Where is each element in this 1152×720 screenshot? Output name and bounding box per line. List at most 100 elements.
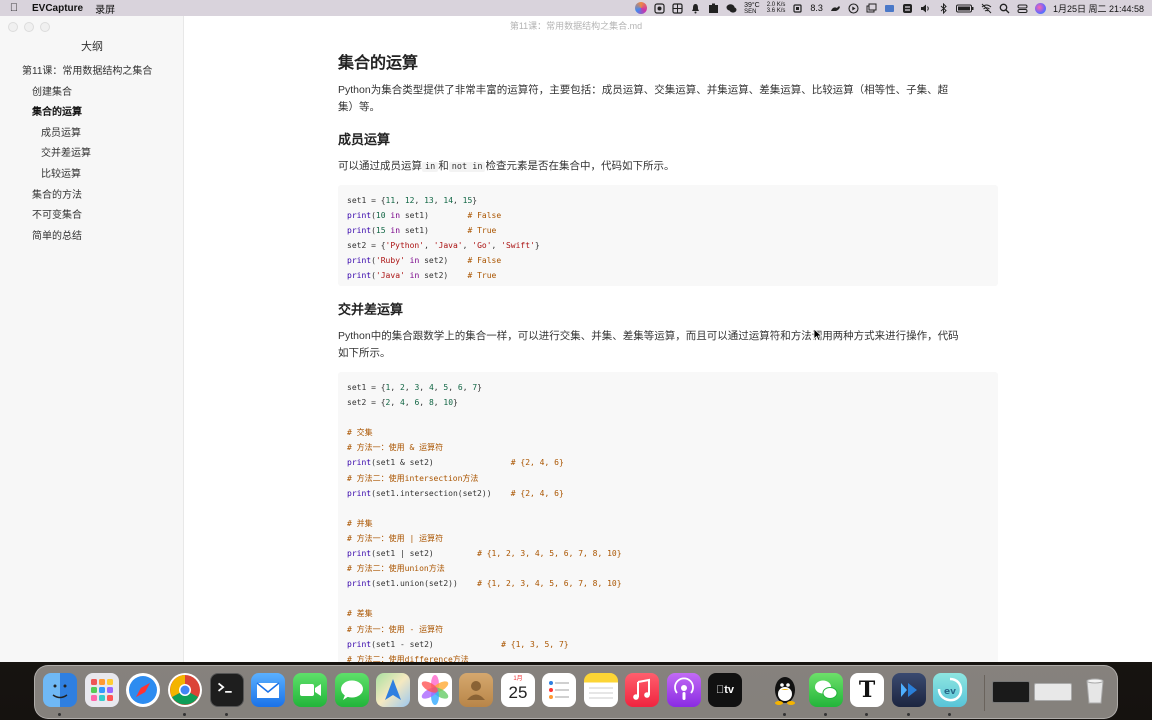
podcasts-icon[interactable] (667, 673, 701, 707)
mouse-pointer-icon (813, 328, 823, 342)
clock-datetime[interactable]: 1月25日 周二 21:44:58 (1053, 2, 1144, 15)
running-indicator (783, 713, 786, 716)
control-center-icon[interactable] (1017, 3, 1028, 14)
minimized-window-thumbnail[interactable] (992, 681, 1030, 703)
wifi-off-icon[interactable] (981, 3, 992, 14)
music-icon[interactable] (625, 673, 659, 707)
facetime-icon[interactable] (293, 673, 327, 707)
running-indicator (225, 713, 228, 716)
set-ops-code-line: print(set1 | set2) # {1, 2, 3, 4, 5, 6, … (347, 549, 622, 559)
contacts-icon[interactable] (459, 673, 493, 707)
set-ops-code-line: print(set1.union(set2)) # {1, 2, 3, 4, 5… (347, 579, 622, 589)
running-indicator (824, 713, 827, 716)
set-ops-code-block[interactable]: set1 = {1, 2, 3, 4, 5, 6, 7} set2 = {2, 4… (338, 372, 998, 662)
outline-item-frozenset[interactable]: 不可变集合 (0, 206, 184, 227)
battery-icon[interactable] (955, 3, 974, 14)
bluetooth-icon[interactable] (938, 2, 949, 14)
outline-item-create-set[interactable]: 创建集合 (0, 83, 184, 104)
menu-bar:  EVCapture 录屏 39°CSEN 2.0 K/s 3.6 K/s (0, 0, 1152, 16)
apple-menu-icon[interactable]:  (8, 2, 20, 14)
inline-code-not-in: not in (448, 162, 486, 172)
safari-icon[interactable] (126, 673, 160, 707)
set-ops-line-1: Python中的集合跟数学上的集合一样，可以进行交集、并集、差集等运算，而且可以… (338, 330, 959, 342)
siri-icon[interactable] (1034, 2, 1046, 14)
puzzle-icon[interactable] (708, 3, 719, 14)
running-indicator (948, 713, 951, 716)
set-ops-paragraph: Python中的集合跟数学上的集合一样，可以进行交集、并集、差集等运算，而且可以… (338, 328, 990, 362)
membership-code-line: set2 = {'Python', 'Java', 'Go', 'Swift'} (347, 241, 540, 251)
calendar-day: 25 (508, 683, 528, 702)
calendar-icon[interactable]: 1月 25 (501, 673, 535, 707)
downloads-folder-icon[interactable] (1034, 683, 1072, 701)
messages-icon[interactable] (335, 673, 369, 707)
volume-icon[interactable] (920, 3, 931, 14)
outline-sidebar: 大纲 第11课：常用数据结构之集合 创建集合 集合的运算 成员运算 交并差运算 … (0, 16, 184, 662)
wechat-menu-icon[interactable] (726, 3, 737, 14)
membership-code-line: print(10 in set1) # False (347, 211, 502, 221)
stage-manager-icon[interactable] (902, 3, 913, 14)
qq-icon[interactable] (768, 673, 802, 707)
intro-line-1: Python为集合类型提供了非常丰富的运算符，主要包括：成员运算、交集运算、并集… (338, 84, 949, 96)
editor-window: 大纲 第11课：常用数据结构之集合 创建集合 集合的运算 成员运算 交并差运算 … (0, 16, 1152, 662)
grid-app-icon[interactable] (672, 2, 683, 14)
running-indicator (907, 713, 910, 716)
outline-title: 大纲 (81, 41, 103, 53)
section-heading: 集合的运算 (338, 55, 419, 72)
membership-text-a: 可以通过成员运算 (338, 160, 422, 172)
set-ops-code-line: set1 = {1, 2, 3, 4, 5, 6, 7} (347, 383, 482, 392)
set-ops-line-2: 如下所示。 (338, 347, 391, 359)
network-speed-readout[interactable]: 2.0 K/s 3.6 K/s (767, 2, 786, 14)
svg-text:ev: ev (944, 687, 956, 697)
membership-code-block[interactable]: set1 = {11, 12, 13, 14, 15} print(10 in s… (338, 185, 998, 286)
evcapture-icon[interactable] (892, 673, 926, 707)
inline-code-in: in (422, 162, 439, 172)
wechat-icon[interactable] (809, 673, 843, 707)
play-circle-icon[interactable] (848, 2, 859, 14)
set-ops-code-line: # 并集 (347, 518, 373, 528)
app-menu[interactable]: EVCapture (32, 3, 83, 14)
membership-text-c: 检查元素是否在集合中，代码如下所示。 (485, 160, 675, 172)
ev-recorder-icon[interactable]: ev (933, 673, 967, 707)
membership-heading: 成员运算 (338, 132, 391, 147)
color-swirl-icon[interactable] (635, 2, 648, 14)
screen-record-icon[interactable] (654, 2, 665, 14)
set-ops-code-line: print(set1 - set2) # {1, 3, 5, 7} (347, 639, 569, 649)
chrome-icon[interactable] (168, 673, 202, 707)
cpu-readout[interactable]: 8.3 (810, 3, 823, 13)
set-ops-code-line: # 方法一：使用 - 运算符 (347, 624, 444, 634)
outline-item-set-methods[interactable]: 集合的方法 (0, 186, 184, 207)
outline-item-summary[interactable]: 简单的总结 (0, 227, 184, 248)
notes-icon[interactable] (584, 673, 618, 707)
apple-tv-icon[interactable]: tv (708, 673, 742, 707)
outline-item-set-operations[interactable]: 集合的运算 (0, 103, 184, 124)
maps-icon[interactable] (376, 673, 410, 707)
membership-code-line: print('Ruby' in set2) # False (347, 256, 502, 266)
outline-item-lesson-11[interactable]: 第11课：常用数据结构之集合 (0, 62, 184, 83)
squirrel-icon[interactable] (830, 3, 841, 14)
search-icon[interactable] (999, 3, 1010, 14)
photos-icon[interactable] (418, 673, 452, 707)
window-title: 第11课：常用数据结构之集合.md (509, 21, 643, 31)
finder-icon[interactable] (43, 673, 77, 707)
menu-item-record[interactable]: 录屏 (95, 1, 115, 16)
notification-bell-icon[interactable] (690, 3, 701, 14)
set-ops-code-line: print(set1.intersection(set2)) # {2, 4, … (347, 488, 564, 498)
membership-text-b: 和 (438, 160, 449, 172)
set-ops-code-line: set2 = {2, 4, 6, 8, 10} (347, 398, 458, 408)
reminders-icon[interactable] (542, 673, 576, 707)
temperature-readout[interactable]: 39°C SEN (744, 2, 760, 15)
set-ops-code-line: print(set1 & set2) # {2, 4, 6} (347, 458, 564, 468)
typora-icon[interactable]: T (850, 673, 884, 707)
launchpad-icon[interactable] (85, 673, 119, 707)
outline-item-intersection-union-difference[interactable]: 交并差运算 (0, 144, 184, 165)
mail-icon[interactable] (251, 673, 285, 707)
outline-item-membership[interactable]: 成员运算 (0, 124, 184, 145)
outline-item-comparison[interactable]: 比较运算 (0, 165, 184, 186)
window-overlap-icon[interactable] (866, 3, 877, 14)
running-indicator (58, 713, 61, 716)
trash-icon[interactable] (1078, 673, 1112, 707)
set-ops-code-line: # 方法二：使用intersection方法 (347, 473, 479, 483)
cpu-chip-icon[interactable] (792, 3, 803, 14)
terminal-icon[interactable] (210, 673, 244, 707)
screen-icon[interactable] (884, 3, 895, 14)
